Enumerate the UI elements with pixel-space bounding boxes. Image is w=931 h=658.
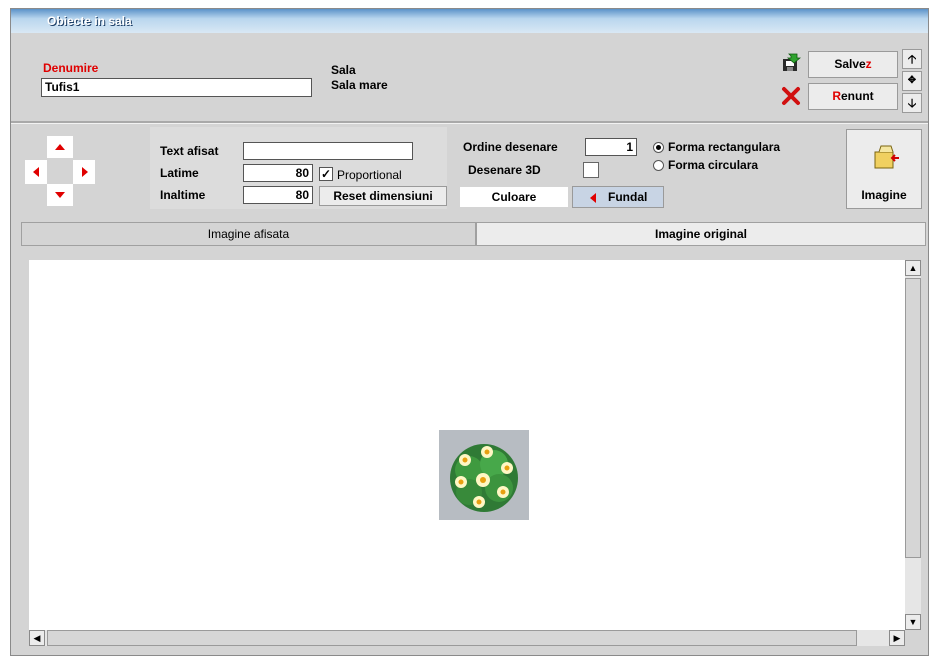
scroll-down-button[interactable]: ▼ <box>905 614 921 630</box>
height-label: Inaltime <box>160 188 206 202</box>
check-icon: ✓ <box>320 167 332 181</box>
arrow-up-icon: 🡡 <box>907 52 917 66</box>
move-up-button[interactable]: 🡡 <box>902 49 922 69</box>
horizontal-scrollbar[interactable]: ◀ ▶ <box>29 630 905 646</box>
cancel-button[interactable]: Renunt <box>808 83 898 110</box>
move-icon: ✥ <box>907 75 917 86</box>
order-input[interactable]: 1 <box>585 138 637 156</box>
arrow-down-icon: 🡣 <box>907 96 917 110</box>
dialog-window: Obiecte in sala Denumire Tufis1 Sala Sal… <box>10 8 929 656</box>
move-down-button[interactable]: 🡣 <box>902 93 922 113</box>
image-canvas <box>29 260 905 630</box>
pad-down-button[interactable] <box>47 184 73 206</box>
pad-left-button[interactable] <box>25 160 47 184</box>
proportional-label: Proportional <box>337 168 402 182</box>
vertical-scrollbar[interactable]: ▲ ▼ <box>905 260 921 630</box>
title-bar: Obiecte in sala <box>11 9 928 33</box>
tab-imagine-afisata[interactable]: Imagine afisata <box>21 222 476 246</box>
scroll-thumb[interactable] <box>905 278 921 558</box>
hscroll-thumb[interactable] <box>47 630 857 646</box>
arrow-left-icon <box>33 167 39 177</box>
tab-imagine-original[interactable]: Imagine original <box>476 222 926 246</box>
text-input[interactable] <box>243 142 413 160</box>
proportional-checkbox[interactable]: ✓ <box>319 167 333 181</box>
background-button[interactable]: Fundal <box>572 186 664 208</box>
arrow-down-icon: ▼ <box>908 617 918 627</box>
shape-rect-radio[interactable] <box>653 142 664 153</box>
sala-label: Sala <box>331 63 356 77</box>
window-title: Obiecte in sala <box>47 14 132 28</box>
direction-pad <box>25 136 95 208</box>
arrow-down-icon <box>55 192 65 198</box>
arrow-up-icon: ▲ <box>908 263 918 273</box>
save-button[interactable]: Salvez <box>808 51 898 78</box>
pad-center <box>47 160 73 184</box>
sala-value: Sala mare <box>331 78 388 92</box>
scroll-up-button[interactable]: ▲ <box>905 260 921 276</box>
shape-circle-radio[interactable] <box>653 160 664 171</box>
order-label: Ordine desenare <box>463 140 558 154</box>
scroll-left-button[interactable]: ◀ <box>29 630 45 646</box>
background-label: Fundal <box>608 190 648 204</box>
folder-image-icon <box>874 145 899 169</box>
move-center-button[interactable]: ✥ <box>902 71 922 91</box>
preview-image <box>439 430 529 520</box>
width-label: Latime <box>160 166 199 180</box>
scroll-right-button[interactable]: ▶ <box>889 630 905 646</box>
shape-circle-label: Forma circulara <box>668 158 759 172</box>
height-input[interactable]: 80 <box>243 186 313 204</box>
arrow-left-icon <box>590 193 596 203</box>
arrow-up-icon <box>55 144 65 150</box>
text-label: Text afisat <box>160 144 219 158</box>
draw3d-label: Desenare 3D <box>468 163 541 177</box>
save-icon[interactable] <box>781 53 802 73</box>
pad-up-button[interactable] <box>47 136 73 158</box>
color-button[interactable]: Culoare <box>459 186 569 208</box>
separator <box>11 121 928 124</box>
width-input[interactable]: 80 <box>243 164 313 182</box>
denumire-input[interactable]: Tufis1 <box>41 78 312 97</box>
pad-right-button[interactable] <box>73 160 95 184</box>
draw3d-checkbox[interactable] <box>583 162 599 178</box>
shape-rect-label: Forma rectangulara <box>668 140 781 154</box>
arrow-left-icon: ◀ <box>33 633 41 643</box>
image-button-label: Imagine <box>861 188 907 202</box>
arrow-right-icon: ▶ <box>893 633 901 643</box>
image-button[interactable]: Imagine <box>846 129 922 209</box>
flower-bush-icon <box>450 444 518 512</box>
cancel-icon[interactable] <box>781 86 801 106</box>
arrow-right-icon <box>82 167 88 177</box>
denumire-label: Denumire <box>43 61 99 75</box>
reset-dimensions-button[interactable]: Reset dimensiuni <box>319 186 447 206</box>
